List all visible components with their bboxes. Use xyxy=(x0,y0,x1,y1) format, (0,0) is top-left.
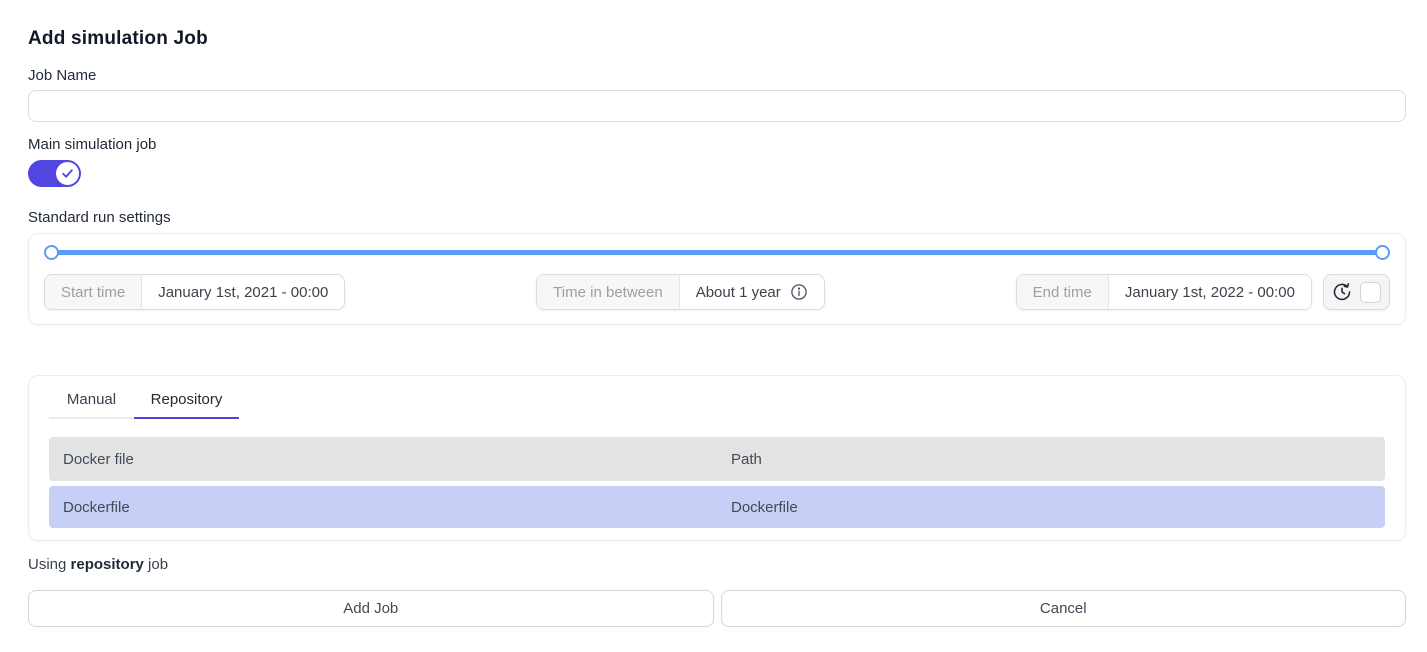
time-fields-row: Start time January 1st, 2021 - 00:00 Tim… xyxy=(44,274,1390,310)
job-name-input[interactable] xyxy=(28,90,1406,122)
end-time-value[interactable]: January 1st, 2022 - 00:00 xyxy=(1109,275,1311,309)
cell-docker-file: Dockerfile xyxy=(49,486,717,528)
cancel-button[interactable]: Cancel xyxy=(721,590,1407,627)
toggle-knob xyxy=(56,162,79,185)
using-job-status: Using repository job xyxy=(28,556,1406,573)
add-job-button[interactable]: Add Job xyxy=(28,590,714,627)
main-simulation-job-toggle[interactable] xyxy=(28,160,81,187)
slider-track[interactable] xyxy=(45,250,1389,255)
time-in-between-text: About 1 year xyxy=(696,284,781,301)
add-simulation-job-form: Add simulation Job Job Name Main simulat… xyxy=(0,0,1427,627)
slider-handle-start[interactable] xyxy=(44,245,59,260)
status-prefix: Using xyxy=(28,556,71,573)
table-header-row: Docker file Path xyxy=(49,437,1385,481)
check-icon xyxy=(61,167,74,180)
run-settings-card: Start time January 1st, 2021 - 00:00 Tim… xyxy=(28,233,1406,325)
start-time-label: Start time xyxy=(45,275,142,309)
end-time-label: End time xyxy=(1017,275,1109,309)
clock-history-icon xyxy=(1332,282,1352,302)
table-row[interactable]: Dockerfile Dockerfile xyxy=(49,486,1385,528)
start-time-group: Start time January 1st, 2021 - 00:00 xyxy=(44,274,345,310)
status-suffix: job xyxy=(144,556,168,573)
column-header-docker-file: Docker file xyxy=(49,437,717,481)
relative-time-toggle[interactable] xyxy=(1323,274,1390,310)
slider-handle-end[interactable] xyxy=(1375,245,1390,260)
page-title: Add simulation Job xyxy=(28,28,1406,50)
column-header-path: Path xyxy=(717,437,1385,481)
info-icon[interactable] xyxy=(790,283,808,301)
main-simulation-job-label: Main simulation job xyxy=(28,136,1406,153)
standard-run-settings-label: Standard run settings xyxy=(28,209,1406,226)
start-time-value[interactable]: January 1st, 2021 - 00:00 xyxy=(142,275,344,309)
job-source-tabs: Manual Repository xyxy=(49,384,1385,419)
cell-path: Dockerfile xyxy=(717,486,1385,528)
end-time-cluster: End time January 1st, 2022 - 00:00 xyxy=(1016,274,1390,310)
relative-time-checkbox[interactable] xyxy=(1360,282,1381,303)
time-in-between-group: Time in between About 1 year xyxy=(536,274,825,310)
job-name-label: Job Name xyxy=(28,67,1406,84)
tab-repository[interactable]: Repository xyxy=(134,384,239,419)
job-source-card: Manual Repository Docker file Path Docke… xyxy=(28,375,1406,541)
tab-manual[interactable]: Manual xyxy=(49,384,134,419)
status-highlight: repository xyxy=(71,556,144,573)
form-actions: Add Job Cancel xyxy=(28,590,1406,627)
end-time-group: End time January 1st, 2022 - 00:00 xyxy=(1016,274,1312,310)
time-range-slider[interactable] xyxy=(45,244,1389,261)
time-in-between-label: Time in between xyxy=(537,275,680,309)
docker-file-table: Docker file Path Dockerfile Dockerfile xyxy=(49,437,1385,528)
time-in-between-value[interactable]: About 1 year xyxy=(680,275,824,309)
